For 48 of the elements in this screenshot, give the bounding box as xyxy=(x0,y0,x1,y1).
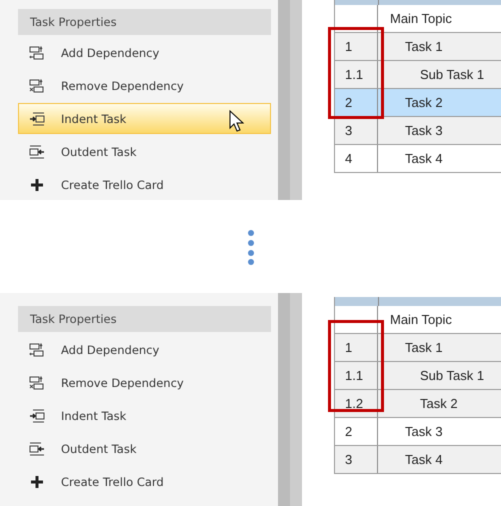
plus-icon xyxy=(29,178,45,192)
task-name-cell[interactable]: Sub Task 1 xyxy=(378,362,501,389)
row-number-cell: 4 xyxy=(335,145,378,172)
indent-icon xyxy=(29,408,45,422)
task-name-cell[interactable]: Task 3 xyxy=(378,117,501,144)
more-dots-icon xyxy=(246,228,254,264)
menu-item[interactable]: Outdent Task xyxy=(18,433,271,464)
plus-icon xyxy=(29,474,45,488)
menu-item[interactable]: Remove Dependency xyxy=(18,70,271,101)
task-name-cell[interactable]: Task 4 xyxy=(378,446,501,473)
row-number-cell: 1 xyxy=(335,334,378,361)
row-number-cell: 1 xyxy=(335,33,378,60)
row-number-cell: 3 xyxy=(335,117,378,144)
task-name-cell[interactable]: Task 4 xyxy=(378,145,501,172)
task-name-cell[interactable]: Task 3 xyxy=(378,418,501,445)
outdent-icon xyxy=(29,442,45,456)
menu-item[interactable]: Indent Task xyxy=(18,400,271,431)
task-name-cell[interactable]: Main Topic xyxy=(378,306,501,333)
menu-item[interactable]: Create Trello Card xyxy=(18,466,271,497)
menu-item[interactable]: Outdent Task xyxy=(18,136,271,167)
mouse-pointer-icon xyxy=(229,110,244,132)
indent-icon xyxy=(29,112,45,126)
row-number-cell: 1.1 xyxy=(335,362,378,389)
row-number-cell: 1.2 xyxy=(335,390,378,417)
task-name-cell[interactable]: Task 2 xyxy=(378,89,501,116)
section-header: Task Properties xyxy=(18,306,271,332)
menu-item[interactable]: Add Dependency xyxy=(18,334,271,365)
task-name-cell[interactable]: Task 1 xyxy=(378,334,501,361)
row-number-cell: 1.1 xyxy=(335,61,378,88)
menu-item[interactable]: Indent Task xyxy=(18,103,271,134)
dependency-icon xyxy=(29,342,45,356)
dependency-icon xyxy=(29,46,45,60)
menu-item[interactable]: Create Trello Card xyxy=(18,169,271,200)
section-header: Task Properties xyxy=(18,9,271,35)
outdent-icon xyxy=(29,144,45,158)
menu-item[interactable]: Add Dependency xyxy=(18,37,271,68)
row-number-cell: 2 xyxy=(335,89,378,116)
splitter-bar[interactable] xyxy=(278,0,290,200)
dependency-icon xyxy=(29,78,45,92)
row-number-cell: 2 xyxy=(335,418,378,445)
splitter-bar[interactable] xyxy=(278,293,290,506)
task-name-cell[interactable]: Task 2 xyxy=(378,390,501,417)
row-number-cell: 3 xyxy=(335,446,378,473)
task-name-cell[interactable]: Main Topic xyxy=(378,5,501,32)
menu-item[interactable]: Remove Dependency xyxy=(18,367,271,398)
task-name-cell[interactable]: Task 1 xyxy=(378,33,501,60)
dependency-icon xyxy=(29,376,45,390)
task-name-cell[interactable]: Sub Task 1 xyxy=(378,61,501,88)
